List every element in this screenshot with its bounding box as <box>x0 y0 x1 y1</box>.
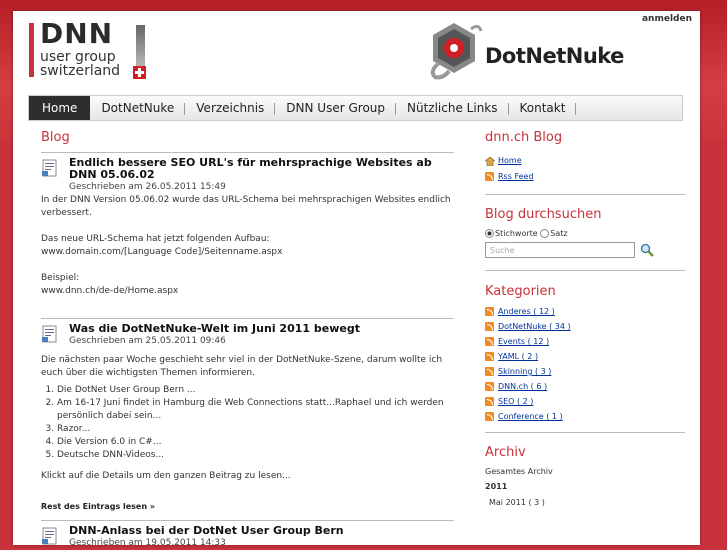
search-icon[interactable] <box>640 243 654 257</box>
category-item: SEO ( 2 ) <box>485 394 685 409</box>
main-navigation: Home DotNetNuke Verzeichnis DNN User Gro… <box>28 95 683 121</box>
blog-post: DNN-Anlass bei der DotNet User Group Ber… <box>41 525 454 550</box>
rss-icon <box>485 397 494 406</box>
rss-icon <box>485 337 494 346</box>
dotnetnuke-wordmark: DotNetNuke <box>485 44 624 68</box>
rss-icon <box>485 367 494 376</box>
logo-dnn-text: DNN <box>40 17 114 50</box>
radio-stichworte[interactable] <box>485 229 494 238</box>
divider <box>41 152 454 153</box>
category-link[interactable]: SEO ( 2 ) <box>498 397 533 406</box>
sidebar-categories-title: Kategorien <box>485 284 556 299</box>
divider <box>41 318 454 319</box>
post-body: www.dnn.ch/de-de/Home.aspx <box>41 286 179 296</box>
post-meta: Geschrieben am 26.05.2011 15:49 <box>69 182 226 192</box>
post-title-link[interactable]: DNN-Anlass bei der DotNet User Group Ber… <box>69 525 454 537</box>
blog-main-column: Blog Endlich bessere SEO URL's für mehrs… <box>41 130 454 550</box>
post-meta: Geschrieben am 19.05.2011 14:33 <box>69 538 226 548</box>
nav-item-dnn-user-group[interactable]: DNN User Group <box>275 96 396 120</box>
post-body: Klickt auf die Details um den ganzen Bei… <box>41 471 291 481</box>
blog-post: Endlich bessere SEO URL's für mehrsprach… <box>41 157 454 298</box>
read-more-link[interactable]: Rest des Eintrags lesen » <box>41 500 454 513</box>
rss-icon <box>485 352 494 361</box>
radio-satz[interactable] <box>540 229 550 238</box>
dotnetnuke-logo[interactable]: DotNetNuke <box>425 19 685 89</box>
nav-item-home[interactable]: Home <box>29 96 91 120</box>
rss-icon <box>485 172 494 181</box>
list-item: Die DotNet User Group Bern ... <box>57 384 454 397</box>
nav-item-verzeichnis[interactable]: Verzeichnis <box>185 96 276 120</box>
list-item: Am 16-17 Juni findet in Hamburg die Web … <box>57 397 454 423</box>
post-body: Die nächsten paar Woche geschieht sehr v… <box>41 355 443 378</box>
category-link[interactable]: Events ( 12 ) <box>498 337 549 346</box>
blog-post-icon <box>42 527 57 545</box>
divider <box>485 194 685 195</box>
sidebar-search-title: Blog durchsuchen <box>485 207 602 222</box>
blog-post-icon <box>42 159 57 177</box>
category-item: Conference ( 1 ) <box>485 409 685 424</box>
home-icon <box>484 156 496 167</box>
category-link[interactable]: Conference ( 1 ) <box>498 412 563 421</box>
nav-item-nuetzliche-links[interactable]: Nützliche Links <box>396 96 509 120</box>
logo-red-bar <box>29 23 34 77</box>
post-body: Das neue URL-Schema hat jetzt folgenden … <box>41 234 270 244</box>
blog-title: Blog <box>41 130 70 145</box>
archive-all-link[interactable]: Gesamtes Archiv <box>485 465 685 479</box>
category-link[interactable]: DNN.ch ( 6 ) <box>498 382 547 391</box>
sidebar-blog-title: dnn.ch Blog <box>485 130 563 145</box>
list-item: Deutsche DNN-Videos... <box>57 449 454 462</box>
divider <box>41 520 454 521</box>
category-item: Skinning ( 3 ) <box>485 364 685 379</box>
swiss-flag-icon <box>133 66 146 79</box>
category-item: DotNetNuke ( 34 ) <box>485 319 685 334</box>
nav-item-dotnetnuke[interactable]: DotNetNuke <box>90 96 186 120</box>
logo-grey-bar <box>136 25 145 69</box>
dnn-user-group-logo[interactable]: DNN user group switzerland <box>29 17 159 81</box>
logo-switzerland-text: switzerland <box>40 63 121 79</box>
category-link[interactable]: YAML ( 2 ) <box>498 352 538 361</box>
post-list: Die DotNet User Group Bern ... Am 16-17 … <box>41 384 454 462</box>
rss-icon <box>485 412 494 421</box>
rss-icon <box>485 322 494 331</box>
nav-item-kontakt[interactable]: Kontakt <box>509 96 577 120</box>
category-item: Events ( 12 ) <box>485 334 685 349</box>
radio-label: Stichworte <box>495 229 538 238</box>
divider <box>485 270 685 271</box>
category-item: YAML ( 2 ) <box>485 349 685 364</box>
post-body: www.domain.com/[Language Code]/Seitennam… <box>41 247 283 257</box>
radio-label: Satz <box>550 229 568 238</box>
category-link[interactable]: Anderes ( 12 ) <box>498 307 555 316</box>
list-item: Razor... <box>57 423 454 436</box>
category-link[interactable]: Skinning ( 3 ) <box>498 367 551 376</box>
post-title-link[interactable]: Endlich bessere SEO URL's für mehrsprach… <box>69 157 454 181</box>
category-link[interactable]: DotNetNuke ( 34 ) <box>498 322 571 331</box>
divider <box>485 432 685 433</box>
sidebar-archive-title: Archiv <box>485 445 526 460</box>
sidebar-rss-link[interactable]: Rss Feed <box>498 172 534 181</box>
rss-icon <box>485 382 494 391</box>
page-container: anmelden DNN user group switzerland DotN… <box>13 11 700 548</box>
category-item: Anderes ( 12 ) <box>485 304 685 319</box>
category-item: DNN.ch ( 6 ) <box>485 379 685 394</box>
post-body: Beispiel: <box>41 273 80 283</box>
archive-year: 2011 <box>485 482 508 491</box>
archive-month-link[interactable]: Mai 2011 ( 3 ) <box>489 495 685 511</box>
blog-post: Was die DotNetNuke-Welt im Juni 2011 bew… <box>41 323 454 513</box>
blog-post-icon <box>42 325 57 343</box>
search-input[interactable]: Suche <box>485 242 635 258</box>
rss-icon <box>485 307 494 316</box>
sidebar: dnn.ch Blog Home Rss Feed Blog durchsuch… <box>484 130 685 511</box>
sidebar-home-link[interactable]: Home <box>498 156 522 165</box>
post-body: In der DNN Version 05.06.02 wurde das UR… <box>41 195 451 218</box>
dotnetnuke-gear-icon <box>430 23 483 80</box>
post-meta: Geschrieben am 25.05.2011 09:46 <box>69 336 226 346</box>
list-item: Die Version 6.0 in C#... <box>57 436 454 449</box>
category-list: Anderes ( 12 ) DotNetNuke ( 34 ) Events … <box>485 304 685 424</box>
post-title-link[interactable]: Was die DotNetNuke-Welt im Juni 2011 bew… <box>69 323 454 335</box>
